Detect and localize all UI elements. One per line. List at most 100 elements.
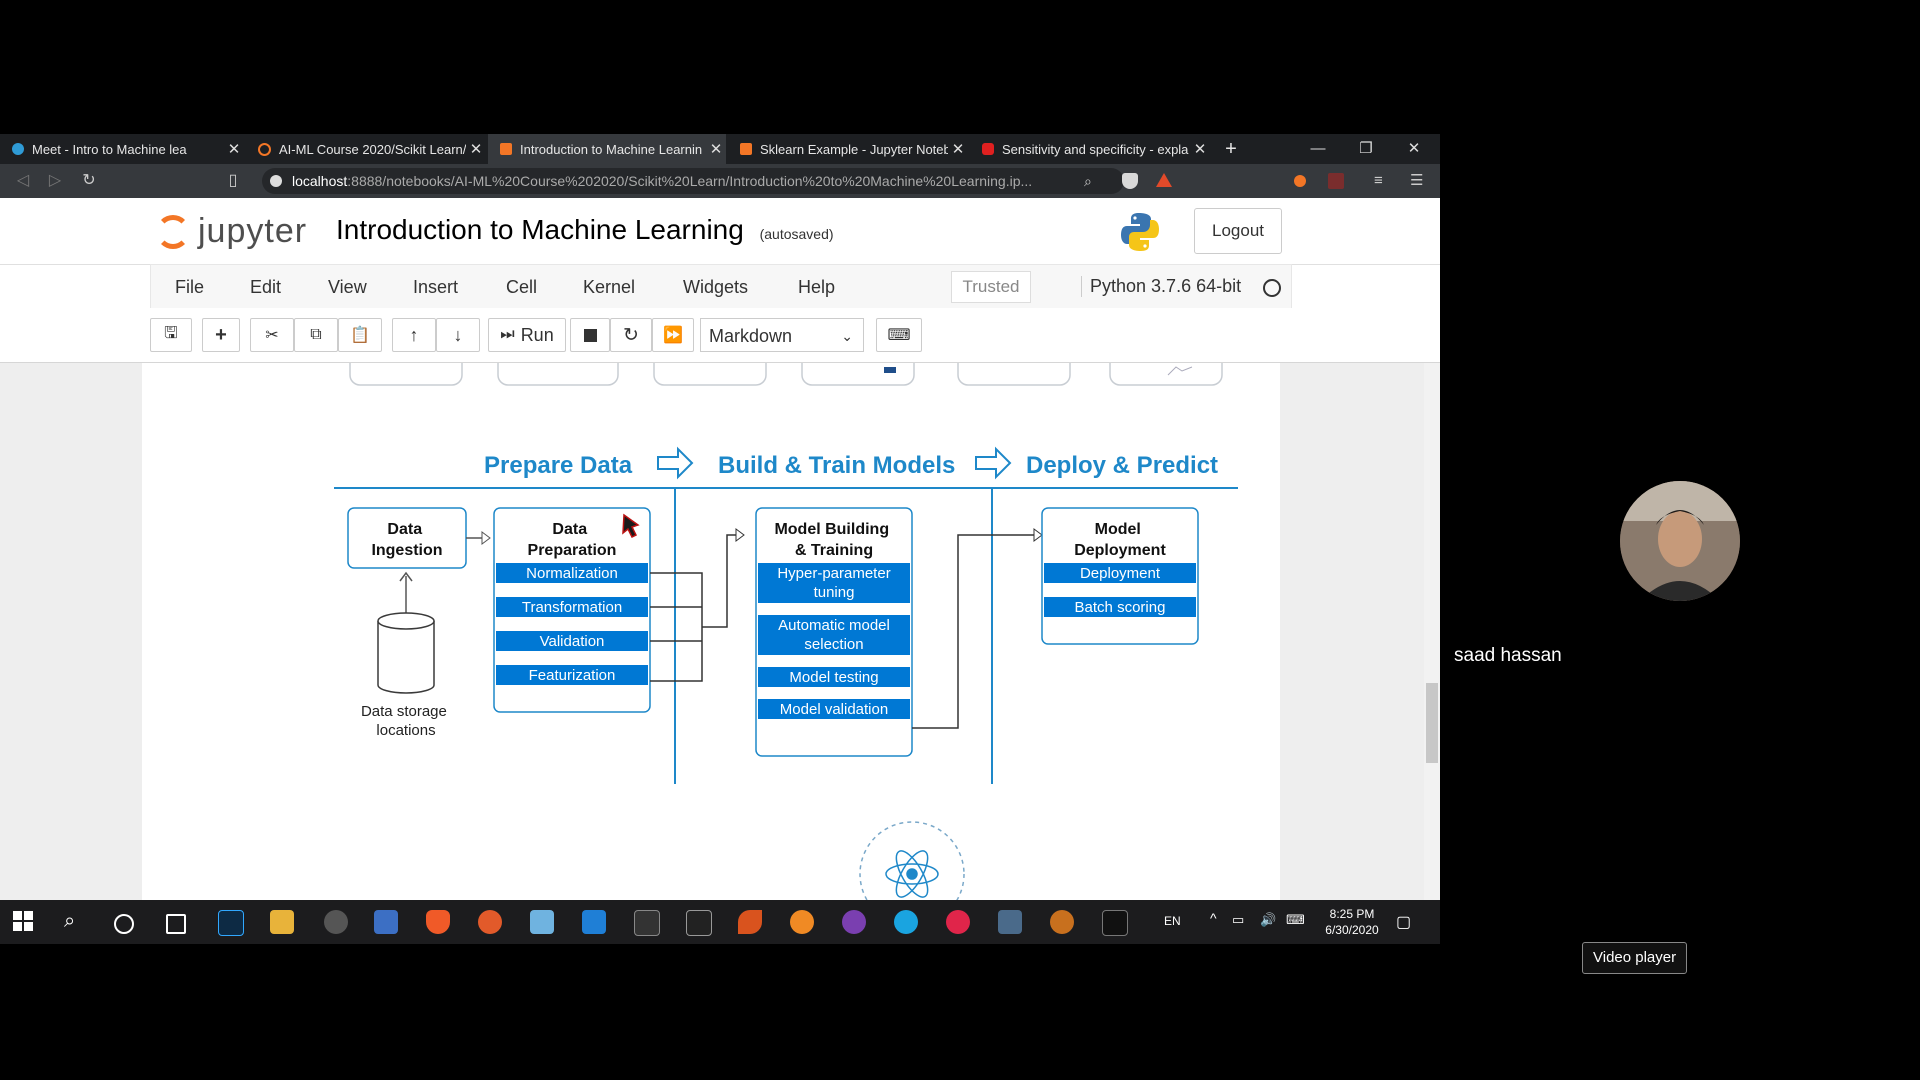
windows-start-icon[interactable] [12, 910, 36, 934]
unity-icon[interactable] [324, 910, 348, 934]
site-info-icon[interactable] [270, 175, 282, 187]
browser-tab[interactable]: AI-ML Course 2020/Scikit Learn/ ✕ [246, 134, 486, 164]
run-icon: ⏭ [500, 326, 515, 343]
task-view-icon[interactable] [166, 914, 186, 934]
stage-title: Build & Train Models [718, 452, 955, 479]
jupyter-logo-icon [156, 214, 190, 249]
menu-file[interactable]: File [175, 277, 204, 298]
menu-view[interactable]: View [328, 277, 367, 298]
close-tab-icon[interactable]: ✕ [948, 140, 968, 158]
url-field[interactable]: localhost :8888/notebooks/AI-ML%20Course… [262, 168, 1124, 194]
cut-icon[interactable]: ✂ [250, 318, 294, 352]
pdf-extension-icon[interactable] [1328, 173, 1344, 189]
menu-help[interactable]: Help [798, 277, 835, 298]
notification-icon[interactable]: ▢ [1396, 912, 1411, 932]
reload-icon[interactable]: ↻ [74, 164, 104, 198]
close-tab-icon[interactable]: ✕ [1190, 140, 1210, 158]
close-tab-icon[interactable]: ✕ [224, 140, 244, 158]
virtualbox-icon[interactable] [374, 910, 398, 934]
notebook-title[interactable]: Introduction to Machine Learning (autosa… [336, 214, 834, 246]
app-icon[interactable] [946, 910, 970, 934]
fast-forward-icon[interactable]: ⏩ [652, 318, 694, 352]
arrow-right-icon [657, 446, 694, 480]
paste-icon[interactable]: 📋 [338, 318, 382, 352]
brave-shield-icon[interactable] [1122, 173, 1138, 189]
menu-insert[interactable]: Insert [413, 277, 458, 298]
chrome-icon[interactable] [478, 910, 502, 934]
logout-button[interactable]: Logout [1194, 208, 1282, 254]
restart-icon[interactable]: ↻ [610, 318, 652, 352]
chevron-up-icon[interactable]: ^ [1210, 910, 1217, 926]
save-icon[interactable]: 🖫 [150, 318, 192, 352]
close-window-icon[interactable]: ✕ [1390, 134, 1438, 164]
copy-icon[interactable]: ⧉ [294, 318, 338, 352]
language-indicator[interactable]: EN [1164, 914, 1181, 928]
jupyter-logo[interactable]: jupyter [156, 212, 307, 251]
cell-type-select[interactable]: Markdown ⌄ [700, 318, 864, 352]
markdown-cell[interactable]: Prepare Data Build & Train Models Deploy… [142, 363, 1280, 900]
browser-tab[interactable]: Sklearn Example - Jupyter Noteb ✕ [728, 134, 968, 164]
volume-icon[interactable]: 🔊 [1260, 912, 1276, 928]
extension-icon[interactable] [1294, 175, 1306, 187]
brave-rewards-icon[interactable] [1156, 173, 1172, 187]
scrollbar[interactable] [1424, 363, 1440, 900]
url-host: localhost [292, 173, 348, 189]
tab-title: AI-ML Course 2020/Scikit Learn/ [279, 141, 466, 157]
notebook-name[interactable]: Introduction to Machine Learning [336, 214, 744, 245]
run-button[interactable]: ⏭ Run [488, 318, 566, 352]
menu-kernel[interactable]: Kernel [583, 277, 635, 298]
interrupt-icon[interactable] [570, 318, 610, 352]
minimize-icon[interactable]: — [1294, 134, 1342, 164]
model-item-label: Model testing [789, 669, 878, 686]
back-icon[interactable]: ◁ [8, 164, 38, 198]
epic-games-icon[interactable] [686, 910, 712, 936]
menu-cell[interactable]: Cell [506, 277, 537, 298]
browser-tab[interactable]: Sensitivity and specificity - expla ✕ [970, 134, 1210, 164]
blender-icon[interactable] [790, 910, 814, 934]
matlab-icon[interactable] [738, 910, 762, 934]
video-player-label[interactable]: Video player [1582, 942, 1688, 974]
file-explorer-icon[interactable] [270, 910, 294, 934]
edge-icon[interactable] [894, 910, 918, 934]
insert-cell-icon[interactable]: + [202, 318, 240, 352]
close-tab-icon[interactable]: ✕ [466, 140, 486, 158]
app-icon[interactable] [842, 910, 866, 934]
move-down-icon[interactable]: ↓ [436, 318, 480, 352]
zoom-icon[interactable]: ⌕ [1084, 173, 1100, 189]
network-icon[interactable]: ▭ [1232, 912, 1244, 928]
command-prompt-icon[interactable] [1102, 910, 1128, 936]
restore-icon[interactable]: ❐ [1342, 134, 1390, 164]
move-up-icon[interactable]: ↑ [392, 318, 436, 352]
cortana-icon[interactable] [114, 914, 134, 934]
vscode-icon[interactable] [582, 910, 606, 934]
notebook-icon [740, 143, 752, 155]
browser-tab[interactable]: Meet - Intro to Machine lea ✕ [0, 134, 244, 164]
model-item-label: Model validation [780, 701, 888, 718]
bookmark-icon[interactable]: ▯ [218, 164, 248, 198]
close-tab-icon[interactable]: ✕ [706, 140, 726, 158]
arrow-right-icon [481, 531, 491, 545]
keyboard-icon[interactable]: ⌨ [876, 318, 922, 352]
system-clock[interactable]: 8:25 PM 6/30/2020 [1314, 906, 1390, 938]
terminal-icon[interactable] [634, 910, 660, 936]
app-icon[interactable] [530, 910, 554, 934]
search-icon[interactable]: ⌕ [64, 910, 88, 934]
participant-tile[interactable]: saad hassan [1442, 405, 1920, 675]
menu-widgets[interactable]: Widgets [683, 277, 748, 298]
playlist-icon[interactable]: ≡ [1374, 173, 1390, 189]
meet-icon [12, 143, 24, 155]
scrollbar-thumb[interactable] [1426, 683, 1438, 763]
new-tab-button[interactable]: + [1218, 134, 1244, 164]
menu-icon[interactable]: ☰ [1410, 173, 1426, 189]
brave-browser-icon[interactable] [426, 910, 450, 934]
app-icon[interactable] [998, 910, 1022, 934]
app-icon[interactable] [1050, 910, 1074, 934]
kernel-name[interactable]: Python 3.7.6 64-bit [1081, 276, 1241, 297]
keyboard-icon[interactable]: ⌨ [1286, 912, 1305, 928]
photoshop-icon[interactable] [218, 910, 244, 936]
trusted-indicator[interactable]: Trusted [951, 271, 1031, 303]
menu-edit[interactable]: Edit [250, 277, 281, 298]
forward-icon[interactable]: ▷ [40, 164, 70, 198]
youtube-icon [982, 143, 994, 155]
browser-tab-active[interactable]: Introduction to Machine Learnin ✕ [488, 134, 726, 164]
